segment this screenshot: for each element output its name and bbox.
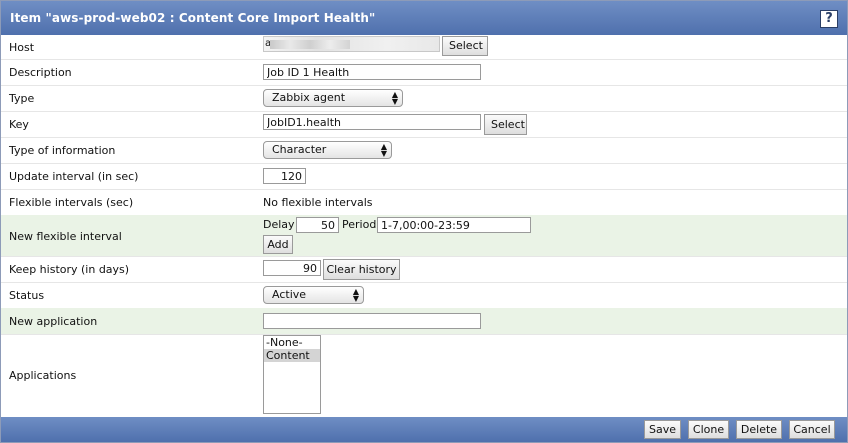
type-of-information-row: Type of information bbox=[1, 137, 847, 164]
add-flexible-interval-button[interactable]: Add bbox=[263, 235, 293, 254]
status-select-value: Active bbox=[272, 288, 307, 301]
period-input[interactable] bbox=[377, 217, 531, 233]
applications-label: Applications bbox=[9, 369, 77, 382]
cancel-button[interactable]: Cancel bbox=[789, 420, 835, 439]
help-icon[interactable]: ? bbox=[820, 10, 838, 28]
type-select-value: Zabbix agent bbox=[272, 91, 346, 104]
delay-input[interactable] bbox=[296, 217, 339, 233]
clear-history-button[interactable]: Clear history bbox=[323, 259, 400, 280]
flexible-intervals-value: No flexible intervals bbox=[263, 196, 373, 209]
keep-history-row: Keep history (in days) bbox=[1, 256, 847, 283]
type-label: Type bbox=[9, 92, 35, 105]
applications-row: Applications bbox=[1, 334, 847, 416]
host-label: Host bbox=[9, 41, 35, 54]
flexible-intervals-label: Flexible intervals (sec) bbox=[9, 196, 134, 209]
item-edit-form: Item "aws-prod-web02 : Content Core Impo… bbox=[0, 0, 848, 443]
description-input[interactable] bbox=[263, 64, 481, 80]
application-option[interactable]: -None- bbox=[264, 336, 320, 349]
save-button[interactable]: Save bbox=[644, 420, 681, 439]
update-interval-row: Update interval (in sec) bbox=[1, 163, 847, 190]
new-application-input[interactable] bbox=[263, 313, 481, 329]
type-of-information-label: Type of information bbox=[9, 144, 116, 157]
updown-arrows-icon: ▲ ▼ bbox=[391, 90, 398, 106]
new-flexible-interval-label: New flexible interval bbox=[9, 230, 122, 243]
host-redacted bbox=[270, 40, 350, 49]
host-field: a bbox=[263, 36, 440, 52]
keep-history-input[interactable] bbox=[263, 260, 321, 276]
delay-label: Delay bbox=[263, 218, 295, 231]
flexible-intervals-row: Flexible intervals (sec) No flexible int… bbox=[1, 189, 847, 216]
description-label: Description bbox=[9, 66, 72, 79]
updown-arrows-icon: ▲ ▼ bbox=[380, 142, 387, 158]
delete-button[interactable]: Delete bbox=[736, 420, 782, 439]
type-of-information-select[interactable]: Character ▲ ▼ bbox=[263, 141, 392, 159]
applications-listbox[interactable]: -None- Content bbox=[263, 335, 321, 414]
form-footer: Save Clone Delete Cancel bbox=[1, 417, 847, 442]
key-input[interactable] bbox=[263, 114, 481, 130]
update-interval-input[interactable] bbox=[263, 168, 306, 184]
status-row: Status bbox=[1, 282, 847, 309]
clone-button[interactable]: Clone bbox=[688, 420, 729, 439]
updown-arrows-icon: ▲ ▼ bbox=[352, 287, 359, 303]
keep-history-label: Keep history (in days) bbox=[9, 263, 130, 276]
application-option[interactable]: Content bbox=[264, 349, 320, 362]
type-row: Type bbox=[1, 85, 847, 112]
type-of-information-value: Character bbox=[272, 143, 327, 156]
form-title: Item "aws-prod-web02 : Content Core Impo… bbox=[10, 11, 376, 25]
status-select[interactable]: Active ▲ ▼ bbox=[263, 286, 364, 304]
type-select[interactable]: Zabbix agent ▲ ▼ bbox=[263, 89, 403, 107]
key-select-button[interactable]: Select bbox=[484, 114, 527, 135]
update-interval-label: Update interval (in sec) bbox=[9, 170, 139, 183]
key-label: Key bbox=[9, 118, 29, 131]
new-application-label: New application bbox=[9, 315, 98, 328]
period-label: Period bbox=[342, 218, 377, 231]
status-label: Status bbox=[9, 289, 45, 302]
host-select-button[interactable]: Select bbox=[442, 36, 488, 56]
form-titlebar: Item "aws-prod-web02 : Content Core Impo… bbox=[1, 1, 847, 35]
